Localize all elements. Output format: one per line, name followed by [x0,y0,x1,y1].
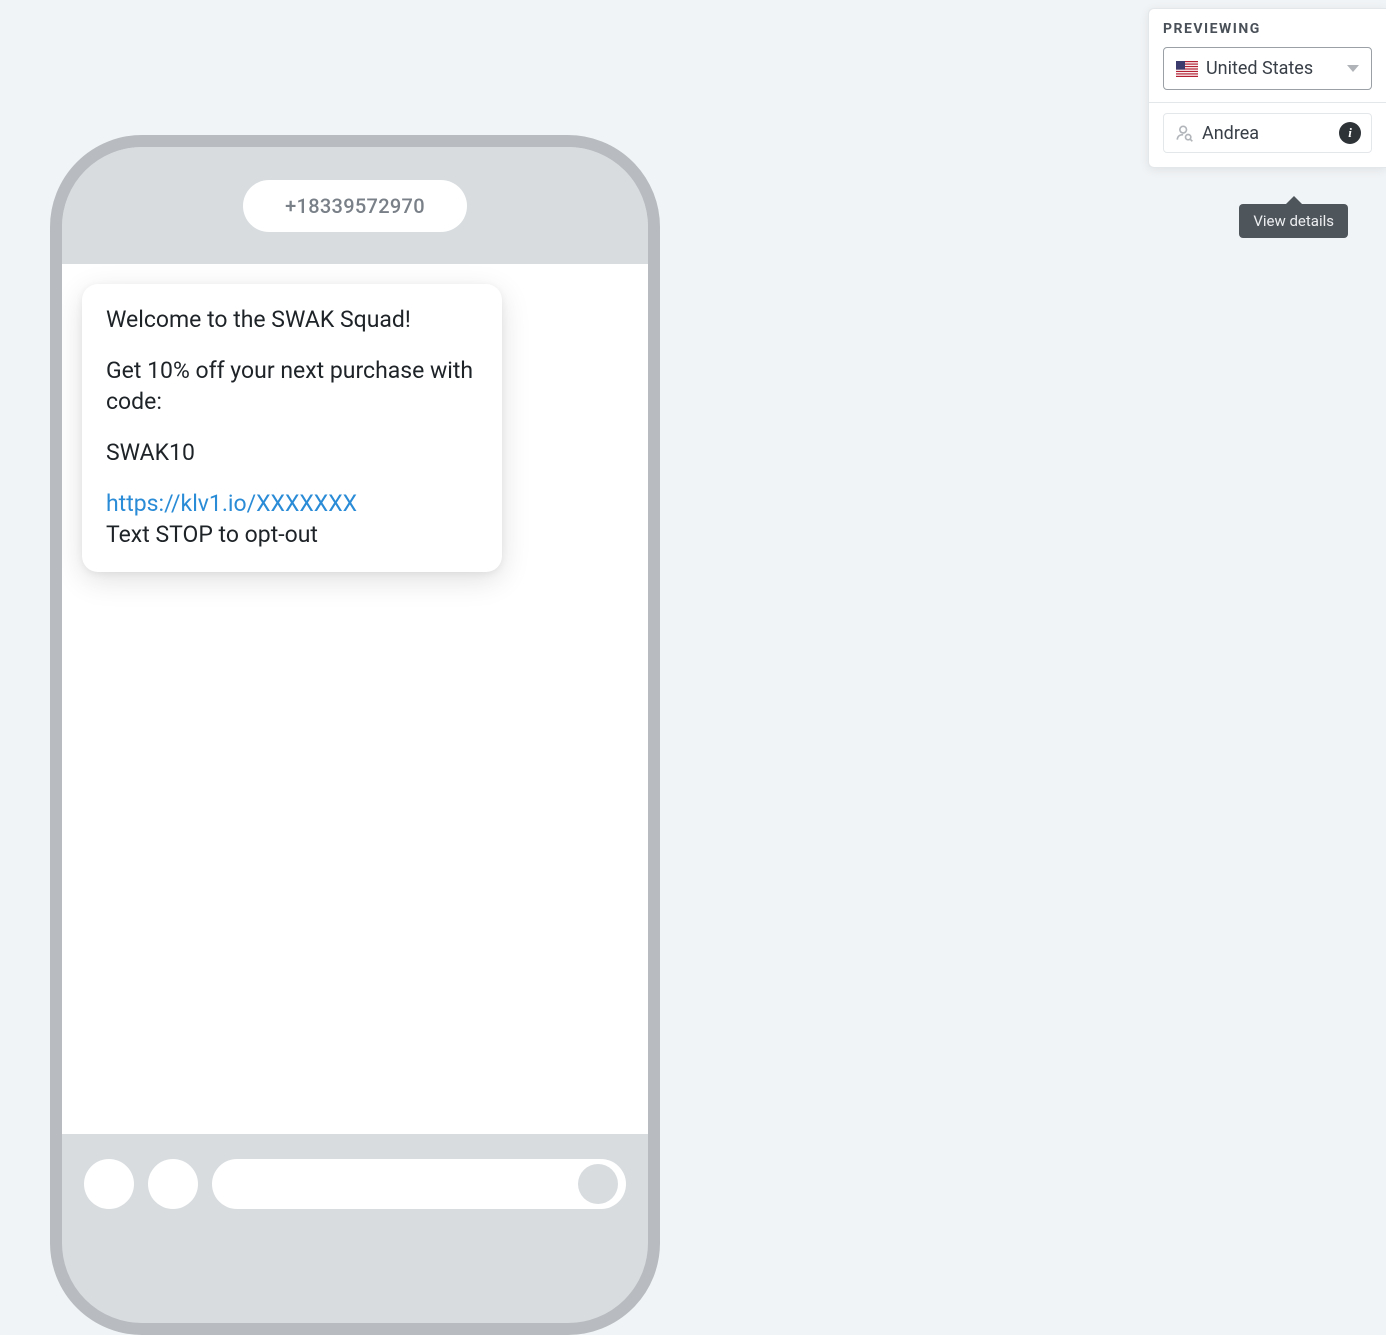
country-select[interactable]: United States [1163,47,1372,90]
message-short-link[interactable]: https://klv1.io/XXXXXXX [106,490,357,517]
phone-header: +18339572970 [62,147,648,264]
info-icon[interactable]: i [1339,122,1361,144]
message-line-link: https://klv1.io/XXXXXXX [106,488,478,519]
country-label: United States [1206,58,1339,79]
preview-panel-title: PREVIEWING [1163,21,1372,37]
phone-footer-action-1 [84,1159,134,1209]
sender-number-pill: +18339572970 [243,180,467,232]
recipient-select[interactable]: Andrea i [1163,113,1372,153]
view-details-tooltip: View details [1239,204,1348,238]
message-line-optout: Text STOP to opt-out [106,519,478,550]
message-line-code: SWAK10 [106,437,478,468]
recipient-name: Andrea [1202,123,1331,144]
phone-mockup: +18339572970 Welcome to the SWAK Squad! … [50,135,660,1335]
message-line-discount: Get 10% off your next purchase with code… [106,355,478,417]
sms-message-bubble: Welcome to the SWAK Squad! Get 10% off y… [82,284,502,572]
phone-footer-input [212,1159,626,1209]
message-line-welcome: Welcome to the SWAK Squad! [106,304,478,335]
phone-footer-action-2 [148,1159,198,1209]
chevron-down-icon [1347,65,1359,72]
panel-divider [1149,102,1386,103]
search-person-icon [1174,123,1194,143]
us-flag-icon [1176,61,1198,77]
preview-panel: PREVIEWING United States [1148,8,1386,168]
phone-footer [62,1134,648,1234]
phone-message-area: Welcome to the SWAK Squad! Get 10% off y… [62,264,648,1134]
